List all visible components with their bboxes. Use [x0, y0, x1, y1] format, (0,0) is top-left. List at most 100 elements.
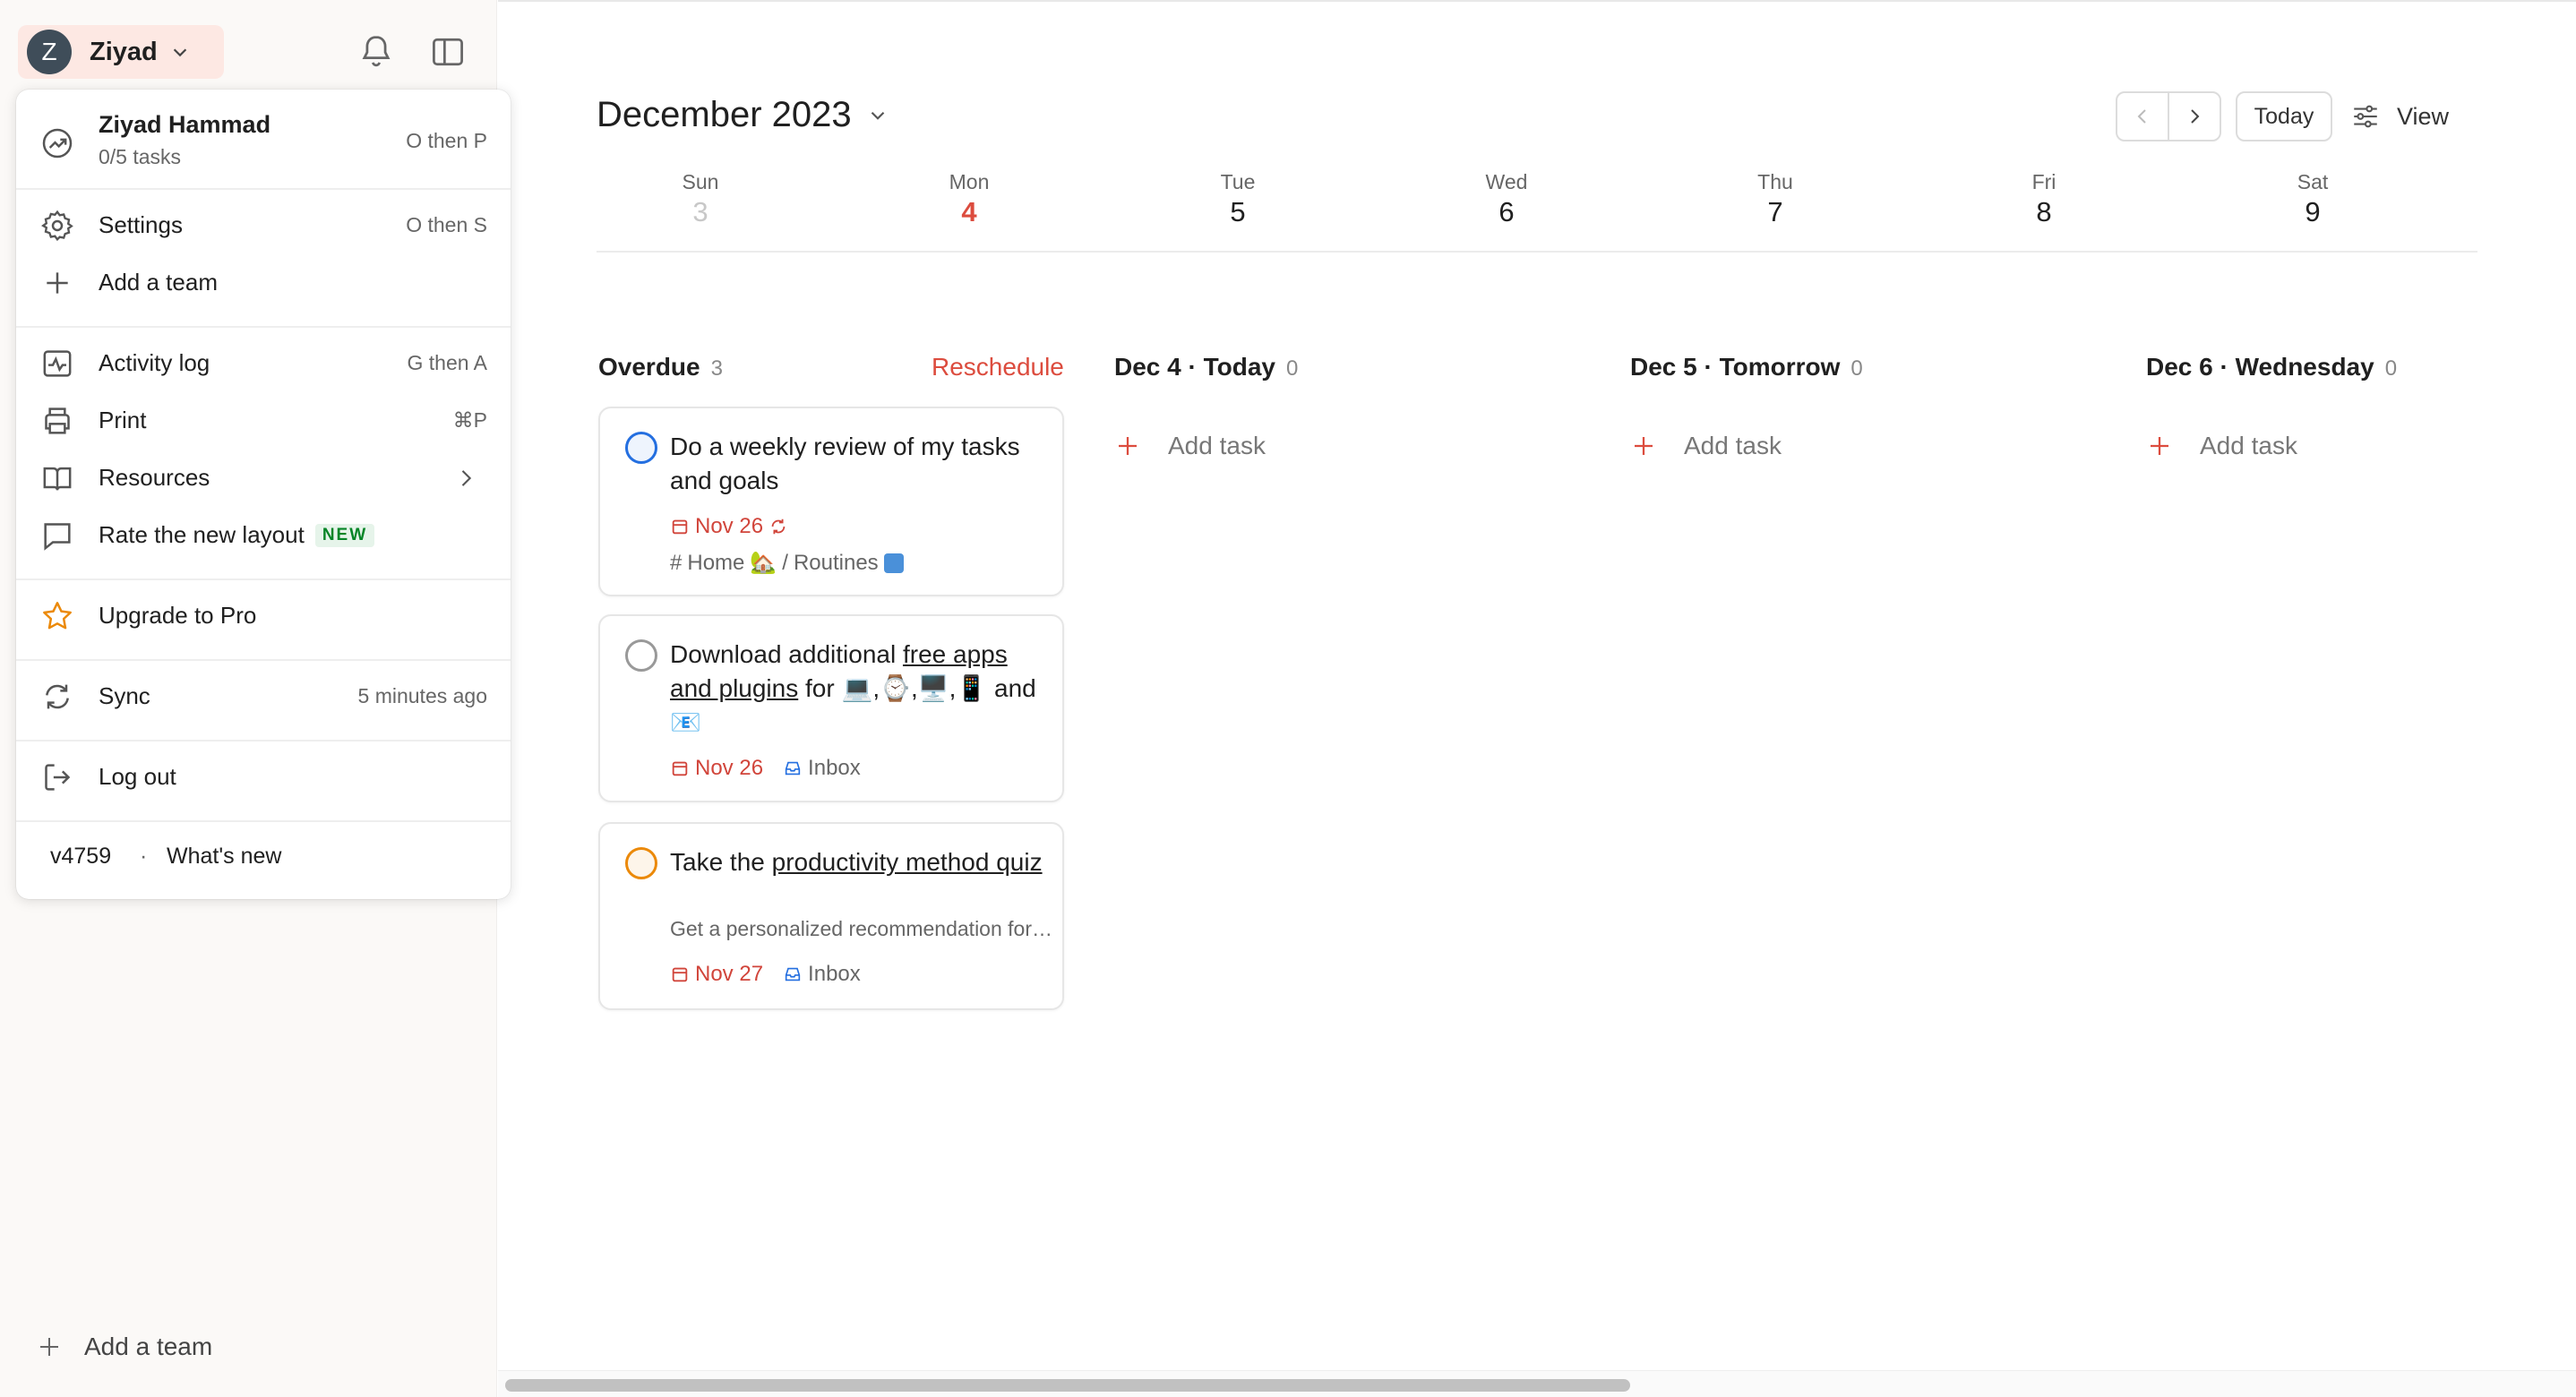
add-task-label: Add task	[1168, 432, 1266, 459]
menu-divider	[16, 740, 511, 741]
sidebar-add-team-label: Add a team	[84, 1333, 213, 1360]
inbox-icon	[785, 967, 801, 981]
day-fri[interactable]: Fri 8	[1990, 170, 2098, 228]
reschedule-button[interactable]: Reschedule	[932, 353, 1064, 381]
gear-icon	[41, 210, 73, 242]
inbox-icon	[785, 761, 801, 776]
add-task-label: Add task	[1684, 432, 1782, 459]
sync-icon	[46, 684, 69, 709]
day-sat[interactable]: Sat 9	[2259, 170, 2366, 228]
next-week-button[interactable]	[2168, 93, 2220, 140]
task-description: Get a personalized recommendation for a …	[670, 917, 1055, 940]
menu-item-rate-layout[interactable]: Rate the new layout NEW	[16, 510, 511, 561]
menu-divider	[16, 820, 511, 822]
today-button[interactable]: Today	[2236, 91, 2332, 141]
project-name: Home	[687, 550, 745, 575]
task-due-date: Nov 26	[670, 756, 763, 781]
project-name: Inbox	[808, 962, 861, 986]
scrollbar-thumb[interactable]	[505, 1379, 1630, 1392]
plus-icon	[1119, 437, 1137, 455]
task-project-path: # Home 🏡 / Routines	[670, 550, 904, 576]
chevron-right-icon	[2191, 109, 2200, 124]
profile-task-count: 0/5 tasks	[99, 145, 182, 168]
upgrade-label: Upgrade to Pro	[99, 602, 257, 629]
task-checkbox[interactable]	[625, 432, 657, 464]
menu-item-resources[interactable]: Resources	[16, 453, 511, 503]
task-title-link[interactable]: productivity method quiz	[772, 848, 1043, 876]
menu-divider	[16, 659, 511, 661]
menu-item-activity-log[interactable]: Activity log G then A	[16, 339, 511, 389]
view-label: View	[2397, 102, 2450, 130]
overdue-count: 3	[710, 356, 723, 381]
plus-icon	[40, 1338, 58, 1356]
version-label: v4759	[50, 844, 112, 869]
rate-layout-text: Rate the new layout NEW	[99, 521, 375, 549]
task-checkbox[interactable]	[625, 639, 657, 672]
menu-item-settings[interactable]: Settings O then S	[16, 201, 511, 251]
task-card[interactable]: Take the productivity method quiz Get a …	[598, 822, 1064, 1010]
menu-item-sync[interactable]: Sync 5 minutes ago	[16, 672, 511, 722]
hash-icon: #	[670, 550, 683, 575]
chevron-down-icon	[173, 48, 186, 57]
day-date: 7	[1767, 196, 1783, 227]
previous-week-button[interactable]	[2117, 93, 2168, 140]
logout-label: Log out	[99, 763, 176, 790]
add-task-wednesday-button[interactable]: Add task	[2146, 432, 2297, 460]
user-menu-button[interactable]: Z Ziyad	[18, 25, 224, 79]
task-project: Inbox	[783, 962, 861, 987]
section-name: Routines	[793, 550, 879, 575]
star-icon	[43, 602, 72, 630]
task-date-label: Nov 26	[695, 514, 764, 538]
tomorrow-header: Dec 5 · Tomorrow 0	[1630, 353, 1863, 381]
tomorrow-count: 0	[1850, 356, 1863, 381]
task-card[interactable]: Do a weekly review of my tasks and goals…	[598, 407, 1064, 596]
task-card[interactable]: Download additional free apps and plugin…	[598, 614, 1064, 802]
day-name: Tue	[1220, 170, 1256, 193]
day-tue[interactable]: Tue 5	[1184, 170, 1292, 228]
whats-new-link[interactable]: What's new	[167, 844, 281, 870]
menu-item-print[interactable]: Print ⌘P	[16, 396, 511, 446]
avatar: Z	[27, 30, 72, 74]
profile-name: Ziyad Hammad	[99, 111, 271, 138]
today-title: Dec 4 · Today	[1114, 353, 1275, 381]
task-meta: Nov 26	[670, 514, 788, 539]
logout-icon	[45, 764, 71, 791]
print-label: Print	[99, 407, 147, 433]
plus-icon	[47, 272, 68, 294]
print-shortcut: ⌘P	[452, 408, 487, 432]
day-wed[interactable]: Wed 6	[1453, 170, 1560, 228]
task-project: # Home 🏡 / Routines	[670, 550, 904, 576]
rate-layout-label: Rate the new layout	[99, 521, 305, 548]
sync-label: Sync	[99, 682, 150, 709]
activity-icon	[43, 350, 72, 377]
sidebar-toggle-icon[interactable]	[428, 32, 468, 72]
menu-item-upgrade[interactable]: Upgrade to Pro	[16, 591, 511, 641]
repeat-emoji-icon	[883, 553, 904, 573]
menu-item-logout[interactable]: Log out	[16, 752, 511, 802]
task-title-text: Take the	[670, 848, 772, 876]
chevron-down-icon	[871, 111, 884, 120]
view-button[interactable]: View	[2350, 97, 2449, 136]
day-name: Thu	[1757, 170, 1793, 193]
task-title: Download additional free apps and plugin…	[670, 638, 1046, 740]
menu-divider	[16, 188, 511, 190]
add-task-today-button[interactable]: Add task	[1114, 432, 1266, 460]
menu-item-profile[interactable]: Ziyad Hammad 0/5 tasks O then P	[16, 106, 511, 181]
menu-item-add-team[interactable]: Add a team	[16, 258, 511, 308]
task-meta: Nov 26 Inbox	[670, 756, 861, 781]
day-thu[interactable]: Thu 7	[1722, 170, 1829, 228]
add-task-tomorrow-button[interactable]: Add task	[1630, 432, 1782, 460]
day-sun[interactable]: Sun 3	[647, 170, 754, 228]
task-date-label: Nov 27	[695, 962, 764, 986]
bell-icon[interactable]	[356, 32, 396, 72]
wednesday-count: 0	[2384, 356, 2398, 381]
resources-label: Resources	[99, 464, 210, 491]
menu-divider	[16, 326, 511, 328]
month-picker[interactable]: December 2023	[597, 95, 889, 135]
sidebar-add-team-button[interactable]: Add a team	[36, 1333, 212, 1361]
day-mon[interactable]: Mon 4	[915, 170, 1023, 228]
task-due-date: Nov 26	[670, 514, 788, 539]
month-title: December 2023	[597, 95, 852, 134]
task-checkbox[interactable]	[625, 847, 657, 879]
add-team-label: Add a team	[99, 269, 218, 296]
